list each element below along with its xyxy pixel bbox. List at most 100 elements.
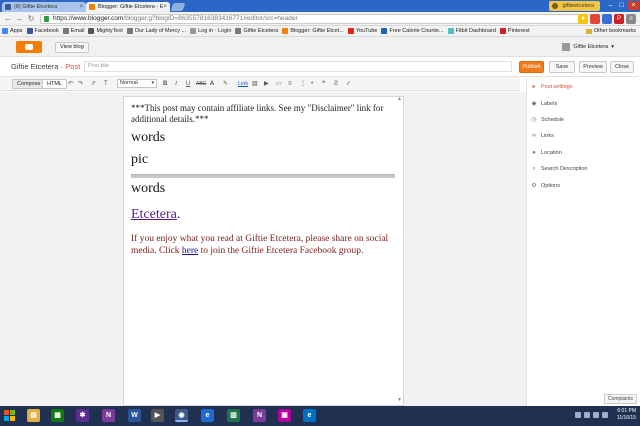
underline-icon[interactable]: U bbox=[186, 80, 190, 88]
volume-icon[interactable] bbox=[593, 412, 599, 418]
tab-blogger[interactable]: Blogger: Giftie Etcetera - E × bbox=[86, 2, 170, 12]
system-tray-icons bbox=[575, 412, 608, 418]
undo-icon[interactable]: ↶ bbox=[68, 80, 73, 88]
strikethrough-icon[interactable]: ABC bbox=[196, 80, 206, 88]
bookmark-apps[interactable]: Apps bbox=[2, 28, 23, 34]
insert-link-button[interactable]: Link bbox=[238, 80, 248, 88]
bulleted-list-icon[interactable]: • bbox=[311, 80, 313, 88]
publish-button[interactable]: Publish bbox=[519, 61, 544, 73]
save-button[interactable]: Save bbox=[549, 61, 575, 73]
extension-blue-icon[interactable] bbox=[602, 14, 612, 24]
menu-icon[interactable]: ≡ bbox=[626, 14, 636, 24]
facebook-favicon-icon bbox=[5, 4, 11, 10]
clock[interactable]: 6:01 PM 11/16/15 bbox=[617, 408, 636, 422]
paragraph-style-select[interactable]: Normal bbox=[117, 79, 157, 88]
insert-video-icon[interactable]: ▶ bbox=[264, 80, 269, 88]
remove-formatting-icon[interactable]: Ƨ bbox=[334, 80, 338, 88]
bookmark-label: Free Calorie Counte... bbox=[389, 28, 444, 34]
reload-icon[interactable]: ↻ bbox=[26, 14, 36, 24]
bookmark-mightytext[interactable]: MightyText bbox=[88, 28, 123, 34]
view-blog-button[interactable]: View blog bbox=[55, 42, 89, 53]
insert-image-icon[interactable]: ▨ bbox=[252, 80, 258, 88]
preview-button[interactable]: Preview bbox=[579, 61, 607, 73]
post-body-editor[interactable]: ***This post may contain affiliate links… bbox=[123, 96, 404, 406]
align-icon[interactable]: ≡ bbox=[288, 80, 292, 88]
close-tab-icon[interactable]: × bbox=[163, 2, 167, 12]
app-purple-icon[interactable]: ✱ bbox=[76, 409, 89, 422]
blogger-logo-icon[interactable] bbox=[16, 41, 42, 53]
bookmark-login[interactable]: Log in · Login bbox=[190, 28, 231, 34]
edge-icon[interactable]: e bbox=[303, 409, 316, 422]
close-tab-icon[interactable]: × bbox=[79, 2, 83, 12]
close-button[interactable]: Close bbox=[610, 61, 634, 73]
bookmark-fitbit[interactable]: Fitbit Dashboard bbox=[447, 28, 496, 34]
profile-chip[interactable]: giftieetcetera bbox=[548, 1, 600, 11]
sidebar-item-links[interactable]: ∞ Links bbox=[531, 133, 554, 139]
html-mode-button[interactable]: HTML bbox=[42, 79, 67, 89]
sidebar-item-labels[interactable]: ◆ Labels bbox=[531, 101, 558, 107]
windows-start-icon[interactable] bbox=[4, 410, 16, 422]
bookmark-calorie-counter[interactable]: Free Calorie Counte... bbox=[381, 28, 444, 34]
compose-mode-button[interactable]: Compose bbox=[12, 79, 46, 89]
user-menu[interactable]: Giftie Etcetera ▾ bbox=[562, 43, 614, 51]
chrome-icon[interactable]: ◉ bbox=[175, 409, 188, 422]
spellcheck-icon[interactable]: ✓ bbox=[346, 80, 351, 88]
numbered-list-icon[interactable]: ⋮ bbox=[300, 80, 306, 88]
sidebar-item-search-description[interactable]: ⌕ Search Description bbox=[531, 166, 587, 172]
window-close-icon[interactable]: × bbox=[628, 1, 639, 10]
sidebar-item-options[interactable]: ⚙ Options bbox=[531, 183, 560, 189]
link-suffix: . bbox=[176, 207, 181, 222]
extension-red-icon[interactable] bbox=[590, 14, 600, 24]
onenote-2-icon[interactable]: N bbox=[253, 409, 266, 422]
font-family-icon[interactable]: F bbox=[92, 80, 96, 88]
internet-explorer-icon[interactable]: e bbox=[201, 409, 214, 422]
url-bar[interactable]: https://www.blogger.com/blogger.g?blogID… bbox=[40, 14, 580, 24]
sidebar-item-schedule[interactable]: ◷ Schedule bbox=[531, 117, 564, 123]
maximize-icon[interactable]: □ bbox=[616, 1, 627, 10]
text-color-icon[interactable]: A bbox=[210, 80, 214, 88]
bookmark-youtube[interactable]: YouTube bbox=[347, 28, 377, 34]
youtube-icon bbox=[347, 28, 354, 34]
insert-jump-break-icon[interactable]: ▭ bbox=[276, 80, 282, 88]
keyboard-icon[interactable] bbox=[575, 412, 581, 418]
bookmark-facebook[interactable]: Facebook bbox=[26, 28, 59, 34]
post-title-input[interactable]: Post title bbox=[84, 61, 512, 72]
media-icon[interactable]: ▶ bbox=[151, 409, 164, 422]
sidebar-item-location[interactable]: ● Location bbox=[531, 150, 562, 156]
scroll-up-icon[interactable]: ▲ bbox=[396, 97, 403, 104]
tab-facebook[interactable]: (8) Giftie Etcetera × bbox=[2, 2, 86, 12]
collapse-arrow-icon: ▸ bbox=[532, 84, 536, 90]
bookmark-giftie[interactable]: Giftie Etcetera bbox=[235, 28, 278, 34]
network-icon[interactable] bbox=[584, 412, 590, 418]
notification-icon[interactable] bbox=[602, 412, 608, 418]
bookmark-email[interactable]: Email bbox=[62, 28, 84, 34]
minimize-icon[interactable]: – bbox=[605, 1, 616, 10]
highlight-color-icon[interactable]: ✎ bbox=[223, 80, 228, 88]
bookmark-blogger[interactable]: Blogger: Giftie Etcet... bbox=[282, 28, 344, 34]
page-icon bbox=[126, 28, 133, 34]
calculator-icon[interactable]: ▥ bbox=[227, 409, 240, 422]
word-icon[interactable]: W bbox=[128, 409, 141, 422]
photo-app-icon[interactable]: ▣ bbox=[278, 409, 291, 422]
post-settings-header[interactable]: ▸ Post settings bbox=[531, 84, 572, 90]
complaints-button[interactable]: Complaints bbox=[603, 394, 637, 404]
bold-icon[interactable]: B bbox=[163, 80, 167, 88]
scroll-down-icon[interactable]: ▼ bbox=[396, 398, 403, 405]
store-icon[interactable]: ▦ bbox=[51, 409, 64, 422]
forward-icon[interactable]: → bbox=[14, 14, 24, 24]
new-tab-button[interactable] bbox=[170, 3, 186, 11]
star-bookmark-icon[interactable]: ★ bbox=[578, 14, 588, 24]
file-explorer-icon[interactable]: ▤ bbox=[27, 409, 40, 422]
back-icon[interactable]: ← bbox=[3, 14, 13, 24]
facebook-group-link[interactable]: here bbox=[182, 246, 198, 256]
bookmark-lady-of-mercy[interactable]: Our Lady of Mercy ... bbox=[126, 28, 186, 34]
redo-icon[interactable]: ↷ bbox=[78, 80, 83, 88]
pinterest-extension-icon[interactable]: P bbox=[614, 14, 624, 24]
other-bookmarks[interactable]: Other bookmarks bbox=[585, 26, 636, 36]
font-size-icon[interactable]: T bbox=[104, 80, 108, 88]
italic-icon[interactable]: I bbox=[175, 80, 177, 88]
bookmark-pinterest[interactable]: Pinterest bbox=[499, 28, 530, 34]
onenote-icon[interactable]: N bbox=[102, 409, 115, 422]
quote-icon[interactable]: ❝ bbox=[322, 80, 325, 88]
etcetera-link[interactable]: Etcetera bbox=[131, 207, 177, 222]
